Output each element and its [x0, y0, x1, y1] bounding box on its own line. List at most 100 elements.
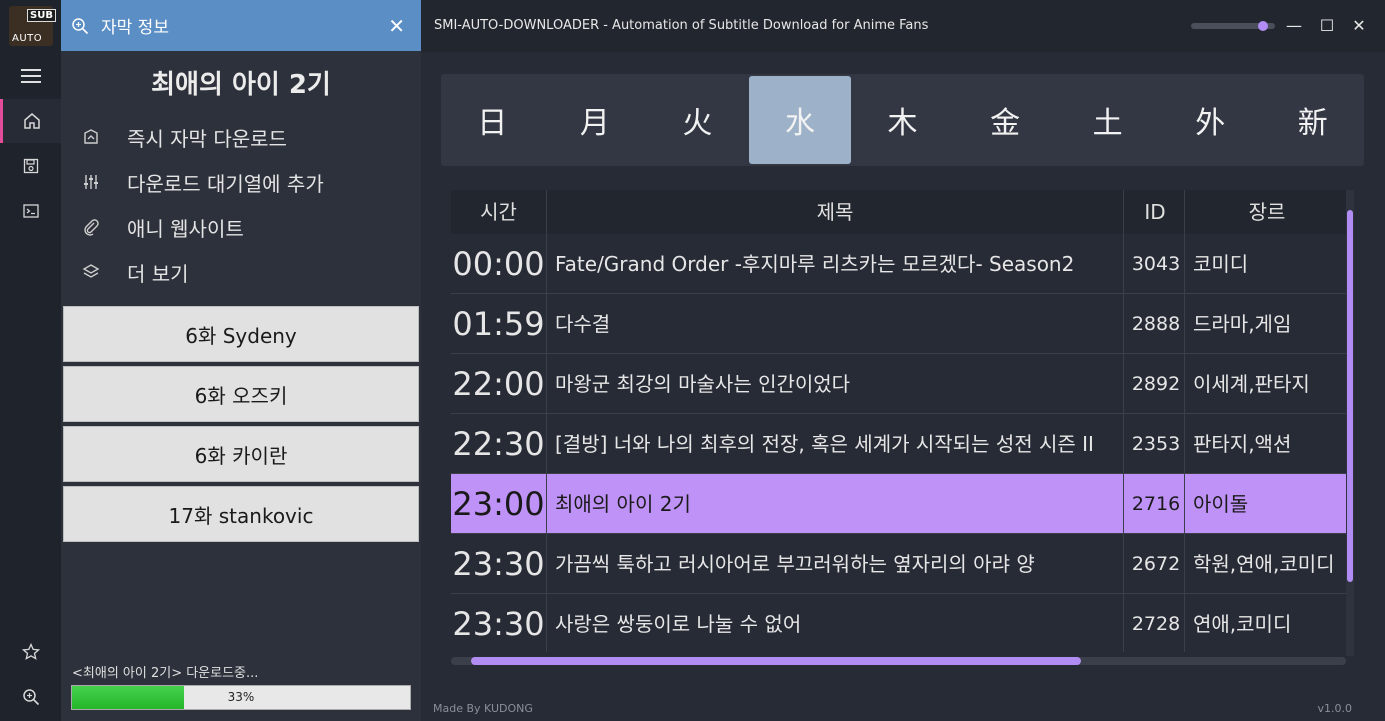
- menu-icon: [20, 69, 41, 83]
- cell-genre: 아이돌: [1193, 492, 1249, 516]
- close-window-button[interactable]: ✕: [1348, 14, 1370, 36]
- episode-button[interactable]: 6화 Sydeny: [63, 306, 419, 362]
- app-window: SUB AUTO 자막 정보 ✕ 최애의 아이 2기 즉시 자막 다운로드 다운…: [0, 0, 1385, 721]
- layers-icon: [81, 262, 101, 282]
- cell-title: [결방] 너와 나의 최후의 전장, 혹은 세계가 시작되는 성전 시즌 II: [555, 432, 1094, 456]
- more-label: 더 보기: [127, 261, 189, 286]
- menu-button[interactable]: [0, 54, 61, 98]
- header-title[interactable]: 제목: [547, 190, 1123, 234]
- icon-rail: SUB AUTO: [0, 0, 61, 721]
- logo-text: AUTO: [12, 33, 43, 44]
- app-logo: SUB AUTO: [9, 6, 56, 46]
- cell-genre: 학원,연애,코미디: [1193, 552, 1335, 576]
- instant-download-action[interactable]: 즉시 자막 다운로드: [81, 117, 287, 157]
- table-row[interactable]: 23:00 최애의 아이 2기 2716 아이돌: [451, 474, 1348, 534]
- logo-badge: SUB: [27, 9, 56, 22]
- search-toggle-button[interactable]: [0, 675, 61, 719]
- cell-time: 23:00: [452, 485, 545, 523]
- cell-time: 23:30: [452, 545, 545, 583]
- panel-header: 자막 정보 ✕: [61, 0, 421, 51]
- add-to-queue-action[interactable]: 다운로드 대기열에 추가: [81, 162, 324, 202]
- day-tab[interactable]: 金: [954, 74, 1057, 166]
- cell-title: 다수결: [555, 312, 611, 336]
- day-tab[interactable]: 土: [1056, 74, 1159, 166]
- day-tab[interactable]: 水: [748, 76, 852, 164]
- sliders-icon: [81, 172, 101, 192]
- window-title: SMI-AUTO-DOWNLOADER - Automation of Subt…: [434, 18, 929, 33]
- cell-time: 01:59: [452, 305, 545, 343]
- header-id[interactable]: ID: [1124, 190, 1186, 234]
- cell-id: 3043: [1131, 253, 1181, 275]
- cell-genre: 드라마,게임: [1193, 312, 1292, 336]
- cell-time: 23:30: [452, 605, 545, 643]
- table-row[interactable]: 23:30 사랑은 쌍둥이로 나눌 수 없어 2728 연애,코미디: [451, 594, 1348, 652]
- day-tab[interactable]: 外: [1159, 74, 1262, 166]
- instant-download-label: 즉시 자막 다운로드: [127, 126, 287, 151]
- episode-button[interactable]: 17화 stankovic: [63, 486, 419, 542]
- download-chart-icon: [81, 127, 101, 147]
- table-row[interactable]: 00:00 Fate/Grand Order -후지마루 리츠카는 모르겠다- S…: [451, 234, 1348, 294]
- cell-id: 2672: [1131, 553, 1181, 575]
- cell-title: 사랑은 쌍둥이로 나눌 수 없어: [555, 612, 802, 636]
- download-status: <최애의 아이 2기> 다운로드중...: [72, 666, 259, 681]
- weekday-tabs: 日月火水木金土外新: [441, 74, 1364, 166]
- table-header: 시간 제목 ID 장르: [451, 190, 1348, 234]
- favorites-button[interactable]: [0, 630, 61, 674]
- horizontal-scrollbar[interactable]: [451, 657, 1346, 665]
- cell-id: 2892: [1131, 373, 1181, 395]
- maximize-button[interactable]: ☐: [1316, 14, 1338, 36]
- table-row[interactable]: 22:30 [결방] 너와 나의 최후의 전장, 혹은 세계가 시작되는 성전 시…: [451, 414, 1348, 474]
- cell-id: 2728: [1131, 613, 1181, 635]
- schedule-table: 시간 제목 ID 장르 00:00 Fate/Grand Order -후지마루 …: [451, 190, 1348, 652]
- episode-button[interactable]: 6화 카이란: [63, 426, 419, 482]
- anime-title: 최애의 아이 2기: [151, 70, 331, 100]
- more-action[interactable]: 더 보기: [81, 252, 189, 292]
- home-button[interactable]: [0, 99, 61, 143]
- day-tab[interactable]: 新: [1262, 74, 1365, 166]
- cell-id: 2353: [1131, 433, 1181, 455]
- terminal-button[interactable]: [0, 189, 61, 233]
- vertical-scrollbar[interactable]: [1346, 190, 1354, 656]
- table-row[interactable]: 01:59 다수결 2888 드라마,게임: [451, 294, 1348, 354]
- opacity-slider[interactable]: [1191, 21, 1275, 31]
- panel-header-label: 자막 정보: [101, 18, 169, 38]
- horizontal-scroll-thumb[interactable]: [471, 657, 1081, 665]
- cell-time: 00:00: [452, 245, 545, 283]
- version-text: v1.0.0: [1317, 702, 1353, 715]
- save-icon: [23, 158, 38, 174]
- star-icon: [21, 643, 40, 660]
- add-to-queue-label: 다운로드 대기열에 추가: [127, 171, 324, 196]
- minimize-button[interactable]: —: [1283, 14, 1305, 36]
- cell-genre: 판타지,액션: [1193, 432, 1292, 456]
- cell-id: 2716: [1131, 493, 1181, 515]
- anime-website-action[interactable]: 애니 웹사이트: [81, 207, 244, 247]
- header-time[interactable]: 시간: [451, 190, 546, 234]
- close-icon[interactable]: ✕: [388, 14, 405, 38]
- download-progress-bar: 33%: [71, 685, 411, 710]
- day-tab[interactable]: 月: [544, 74, 647, 166]
- zoom-icon: [72, 17, 89, 34]
- header-genre[interactable]: 장르: [1186, 190, 1348, 234]
- title-bar: SMI-AUTO-DOWNLOADER - Automation of Subt…: [421, 0, 1385, 52]
- cell-title: 가끔씩 툭하고 러시아어로 부끄러워하는 옆자리의 아랴 양: [555, 552, 1035, 576]
- anime-website-label: 애니 웹사이트: [127, 216, 244, 241]
- day-tab[interactable]: 木: [851, 74, 954, 166]
- table-row[interactable]: 22:00 마왕군 최강의 마술사는 인간이었다 2892 이세계,판타지: [451, 354, 1348, 414]
- column-divider: [1184, 190, 1185, 652]
- vertical-scroll-thumb[interactable]: [1347, 210, 1353, 582]
- day-tab[interactable]: 日: [441, 74, 544, 166]
- subtitle-info-panel: 자막 정보 ✕ 최애의 아이 2기 즉시 자막 다운로드 다운로드 대기열에 추…: [61, 0, 421, 721]
- home-icon: [24, 113, 40, 129]
- table-row[interactable]: 23:30 가끔씩 툭하고 러시아어로 부끄러워하는 옆자리의 아랴 양 2672 학…: [451, 534, 1348, 594]
- cell-title: 최애의 아이 2기: [555, 492, 691, 516]
- cell-title: 마왕군 최강의 마술사는 인간이었다: [555, 372, 851, 396]
- cell-id: 2888: [1131, 313, 1181, 335]
- paperclip-icon: [81, 217, 101, 237]
- save-button[interactable]: [0, 144, 61, 188]
- main-area: SMI-AUTO-DOWNLOADER - Automation of Subt…: [421, 0, 1385, 721]
- episode-button[interactable]: 6화 오즈키: [63, 366, 419, 422]
- cell-genre: 코미디: [1193, 252, 1249, 276]
- day-tab[interactable]: 火: [646, 74, 749, 166]
- slider-thumb[interactable]: [1257, 21, 1268, 31]
- cell-genre: 연애,코미디: [1193, 612, 1292, 636]
